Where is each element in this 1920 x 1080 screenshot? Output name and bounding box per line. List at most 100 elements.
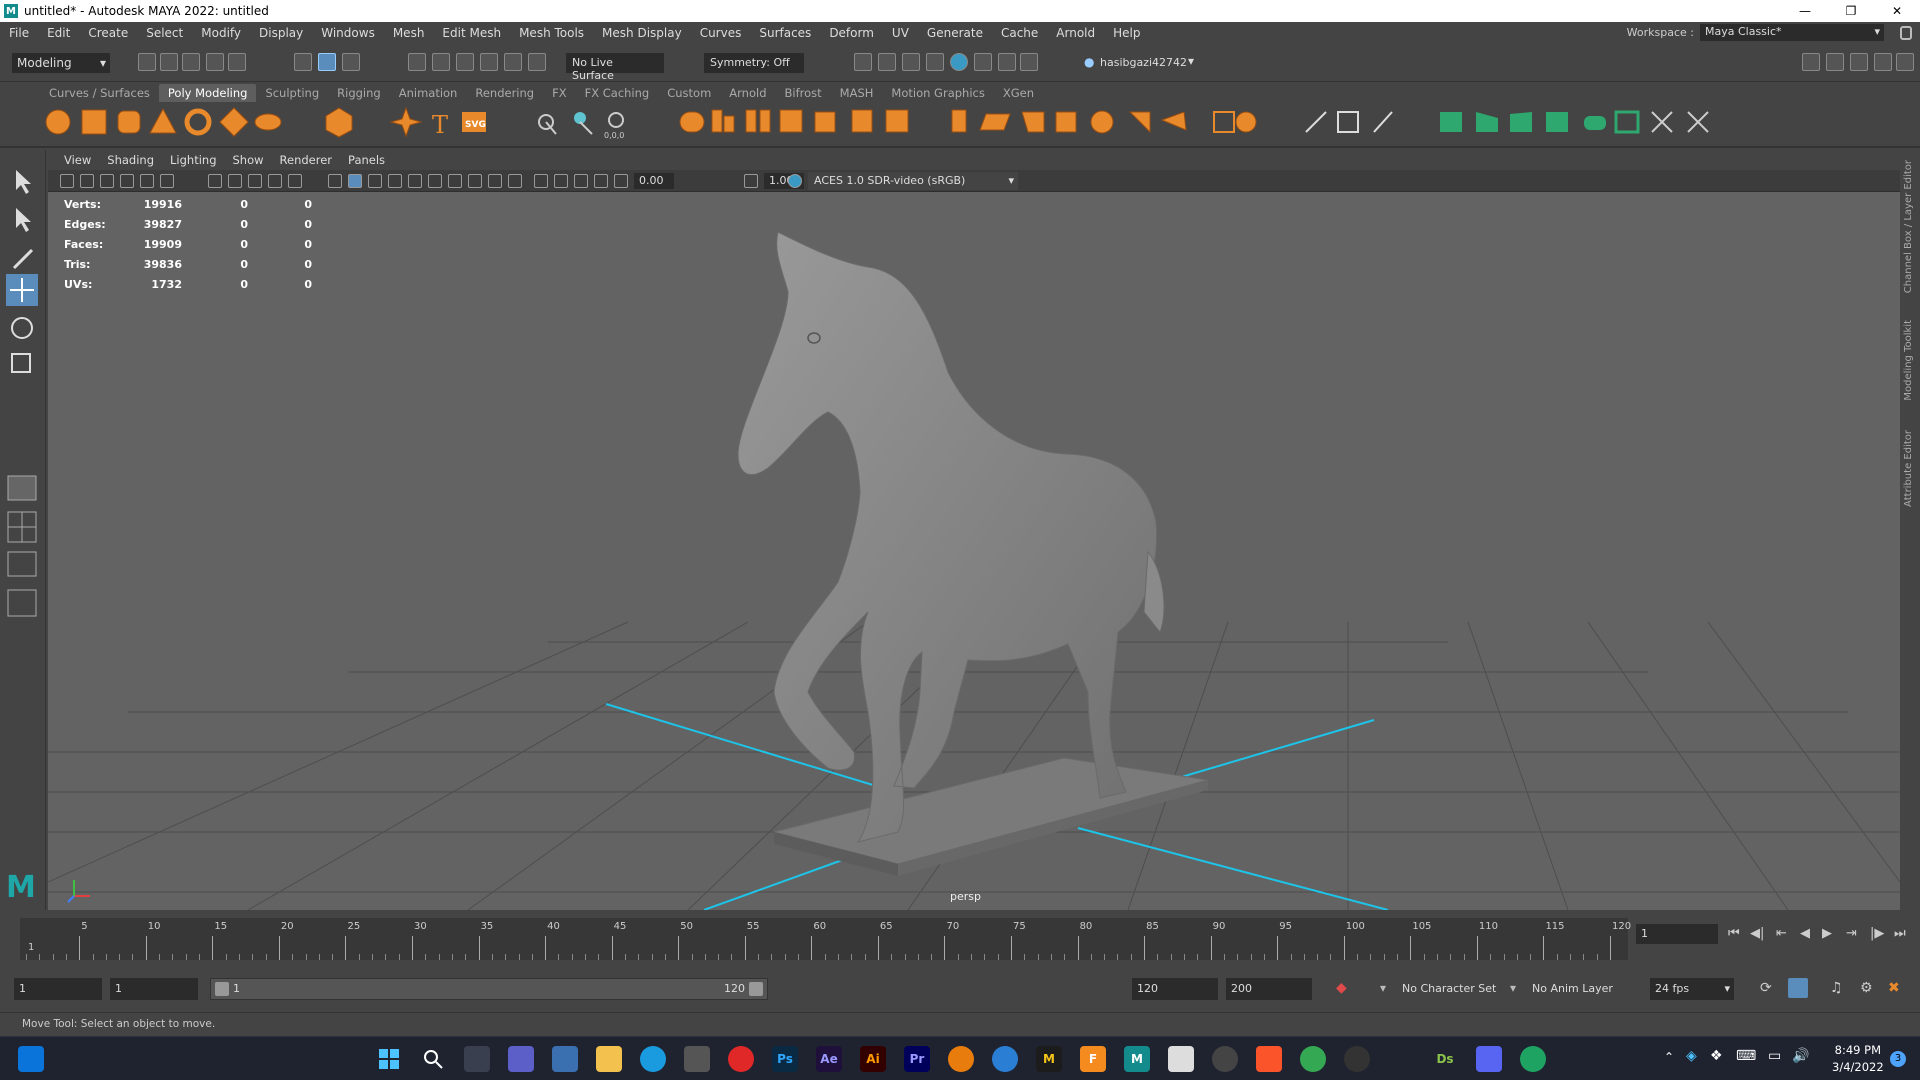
menu-deform[interactable]: Deform [820, 26, 883, 40]
cache-playback-icon[interactable] [1788, 978, 1808, 998]
tab-fx[interactable]: FX [543, 84, 576, 102]
step-forward-icon[interactable]: |▶ [1870, 926, 1884, 941]
panel-menu-lighting[interactable]: Lighting [162, 153, 224, 167]
grid-toggle-icon[interactable] [208, 174, 222, 188]
menu-edit[interactable]: Edit [38, 26, 79, 40]
panel-menu-panels[interactable]: Panels [340, 153, 393, 167]
teams-chat-icon[interactable] [508, 1046, 534, 1072]
smooth-shade-icon[interactable] [348, 174, 362, 188]
snap-surface-icon[interactable] [504, 53, 522, 71]
motion-blur-icon[interactable] [468, 174, 482, 188]
tab-modeling-toolkit[interactable]: Modeling Toolkit [1903, 320, 1914, 401]
render-sequence-icon[interactable] [974, 53, 992, 71]
select-component-icon[interactable] [342, 53, 360, 71]
tab-poly-modeling[interactable]: Poly Modeling [158, 84, 257, 102]
menu-modify[interactable]: Modify [192, 26, 250, 40]
go-to-end-icon[interactable]: ⏭ [1894, 926, 1906, 941]
chrome-icon[interactable] [1300, 1046, 1326, 1072]
snap-point-icon[interactable] [456, 53, 474, 71]
ambient-occlusion-icon[interactable] [448, 174, 462, 188]
view-transform-dropdown[interactable]: ACES 1.0 SDR-video (sRGB) ▾ [808, 172, 1018, 190]
animation-start-field[interactable]: 1 [14, 978, 102, 1000]
chevron-down-icon[interactable]: ▾ [1380, 981, 1386, 995]
field-chart-icon[interactable] [288, 174, 302, 188]
gate-mask-icon[interactable] [268, 174, 282, 188]
panel-menu-renderer[interactable]: Renderer [272, 153, 341, 167]
menu-create[interactable]: Create [79, 26, 137, 40]
tray-shield-icon[interactable]: ◈ [1686, 1048, 1697, 1064]
notification-count-badge[interactable]: 3 [1890, 1051, 1906, 1067]
tab-animation[interactable]: Animation [390, 84, 467, 102]
character-set-dropdown[interactable]: No Character Set [1402, 982, 1496, 995]
select-object-icon[interactable] [318, 53, 336, 71]
playback-end-field[interactable]: 120 [1132, 978, 1218, 1000]
tab-rendering[interactable]: Rendering [466, 84, 543, 102]
exposure-field[interactable]: 0.00 [634, 173, 674, 189]
time-ruler[interactable]: 1 5 10 15 20 25 30 35 40 45 50 55 60 65 70 75 80 85 90 95 10… [20, 918, 1631, 960]
current-frame-field[interactable]: 1 [1636, 924, 1718, 944]
tab-channel-box[interactable]: Channel Box / Layer Editor [1903, 160, 1914, 293]
snap-view-icon[interactable] [480, 53, 498, 71]
range-bar[interactable]: 1 120 [210, 978, 768, 1000]
2d-pan-icon[interactable] [140, 174, 154, 188]
image-plane-icon[interactable] [120, 174, 134, 188]
menu-mesh-display[interactable]: Mesh Display [593, 26, 691, 40]
menu-generate[interactable]: Generate [918, 26, 992, 40]
step-forward-key-icon[interactable]: ⇥ [1846, 926, 1857, 941]
go-to-start-icon[interactable]: ⏮ [1728, 926, 1740, 941]
tool-settings-icon[interactable] [1874, 53, 1892, 71]
lock-icon[interactable] [1900, 26, 1912, 40]
live-surface-field[interactable]: No Live Surface [566, 53, 664, 82]
tray-display-icon[interactable]: ▭ [1768, 1048, 1781, 1064]
menu-windows[interactable]: Windows [312, 26, 384, 40]
range-end-handle[interactable] [749, 982, 763, 996]
tab-mash[interactable]: MASH [831, 84, 883, 102]
tab-fx-caching[interactable]: FX Caching [576, 84, 659, 102]
tab-rigging[interactable]: Rigging [328, 84, 390, 102]
tab-bifrost[interactable]: Bifrost [776, 84, 831, 102]
menu-uv[interactable]: UV [883, 26, 918, 40]
chevron-down-icon[interactable]: ▾ [1510, 981, 1516, 995]
scene-view[interactable] [48, 192, 1900, 910]
snap-curve-icon[interactable] [432, 53, 450, 71]
film-gate-icon[interactable] [228, 174, 242, 188]
tab-custom[interactable]: Custom [658, 84, 720, 102]
step-back-key-icon[interactable]: ⇤ [1776, 926, 1787, 941]
undo-icon[interactable] [206, 53, 224, 71]
blender-icon[interactable] [948, 1046, 974, 1072]
discord-icon[interactable] [1476, 1046, 1502, 1072]
tab-arnold[interactable]: Arnold [720, 84, 775, 102]
anim-layer-dropdown[interactable]: No Anim Layer [1532, 982, 1613, 995]
brave-browser-icon[interactable] [1256, 1046, 1282, 1072]
range-start-handle[interactable] [215, 982, 229, 996]
menu-help[interactable]: Help [1104, 26, 1149, 40]
tray-chevron-up-icon[interactable]: ⌃ [1664, 1050, 1674, 1064]
fps-dropdown[interactable]: 24 fps ▾ [1650, 978, 1734, 1000]
wireframe-on-shaded-icon[interactable] [368, 174, 382, 188]
microsoft-store-icon[interactable] [684, 1046, 710, 1072]
menu-set-select[interactable]: Modeling ▾ [12, 53, 110, 73]
menu-file[interactable]: File [0, 26, 38, 40]
loop-icon[interactable]: ⟳ [1760, 980, 1772, 996]
grease-pencil-icon[interactable] [160, 174, 174, 188]
redo-icon[interactable] [228, 53, 246, 71]
chrome-profile-icon[interactable] [1520, 1046, 1546, 1072]
illustrator-icon[interactable]: Ai [860, 1046, 886, 1072]
exposure-icon[interactable] [614, 174, 628, 188]
save-scene-icon[interactable] [182, 53, 200, 71]
pause-icon[interactable] [1020, 53, 1038, 71]
close-icon[interactable]: ✕ [1874, 0, 1920, 22]
file-explorer-icon[interactable] [596, 1046, 622, 1072]
snap-vertex-icon[interactable] [528, 53, 546, 71]
open-scene-icon[interactable] [160, 53, 178, 71]
cinema-icon[interactable] [992, 1046, 1018, 1072]
tray-dropbox-icon[interactable]: ❖ [1710, 1048, 1723, 1064]
snap-grid-icon[interactable] [408, 53, 426, 71]
ubisoft-icon[interactable] [1212, 1046, 1238, 1072]
menu-display[interactable]: Display [250, 26, 312, 40]
after-effects-icon[interactable]: Ae [816, 1046, 842, 1072]
ipr-render-icon[interactable] [902, 53, 920, 71]
color-management-icon[interactable] [788, 174, 802, 188]
premiere-icon[interactable]: Pr [904, 1046, 930, 1072]
tab-sculpting[interactable]: Sculpting [256, 84, 328, 102]
